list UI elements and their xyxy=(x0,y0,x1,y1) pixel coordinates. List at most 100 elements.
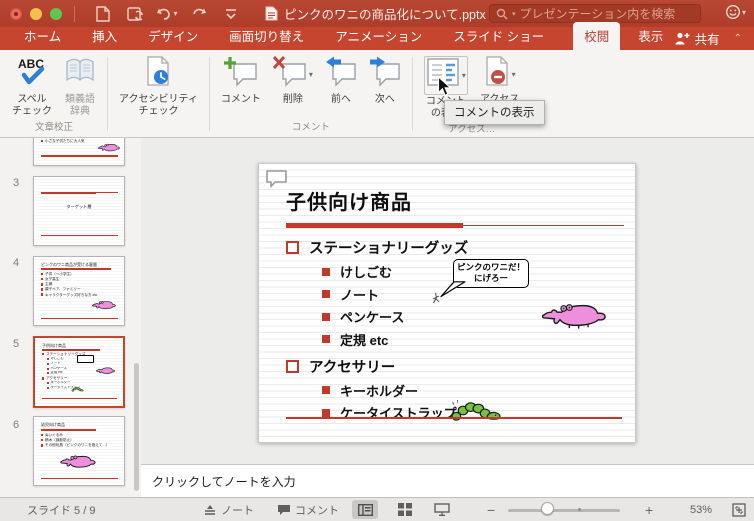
group-accessibility: アクセシビリティ チェック xyxy=(113,54,204,137)
group-label-comments: コメント xyxy=(291,122,330,133)
slide-thumbnail-2[interactable]: 小さな子供たちに大人気 xyxy=(33,138,125,166)
customize-toolbar-button[interactable] xyxy=(218,4,244,24)
comments-toggle[interactable]: コメント xyxy=(277,498,339,521)
redo-button[interactable] xyxy=(186,4,212,24)
tab-design[interactable]: デザイン xyxy=(146,22,200,50)
bullet-row: 親子ペア、ファミリー xyxy=(41,287,120,291)
accessibility-check-button[interactable]: アクセシビリティ チェック xyxy=(113,54,204,118)
title-underline xyxy=(286,223,624,228)
search-scope-caret: ▾ xyxy=(512,10,516,18)
show-comments-dropdown-caret[interactable]: ▾ xyxy=(462,71,466,80)
tab-slideshow[interactable]: スライド ショー xyxy=(451,22,546,50)
bullet-row: 主婦 xyxy=(41,282,120,286)
tab-home[interactable]: ホーム xyxy=(22,22,63,50)
slideshow-icon xyxy=(434,503,450,516)
zoom-in-button[interactable]: + xyxy=(645,498,653,521)
tooltip: コメントの表示 xyxy=(444,100,545,125)
zoom-out-button[interactable]: − xyxy=(487,498,495,521)
crocodile-drawing xyxy=(60,453,96,475)
group-separator xyxy=(208,57,210,131)
normal-view-button[interactable] xyxy=(352,498,378,521)
smiley-icon xyxy=(725,4,740,20)
bullet-row: 子供（〜小学生） xyxy=(41,272,120,276)
tab-insert[interactable]: 挿入 xyxy=(90,22,119,50)
thesaurus-button[interactable]: 類義語 辞典 xyxy=(58,54,102,118)
speech-bubble-mini xyxy=(77,355,94,363)
zoom-slider[interactable] xyxy=(508,509,620,512)
access-dropdown-caret[interactable]: ▾ xyxy=(512,70,516,79)
delete-dropdown-caret[interactable]: ▾ xyxy=(309,70,313,79)
close-button[interactable] xyxy=(10,7,22,20)
zoom-window-button[interactable] xyxy=(50,7,62,20)
new-comment-icon xyxy=(223,57,257,87)
speech-bubble-tail xyxy=(440,281,466,303)
feedback-smiley-button[interactable]: ▾ xyxy=(725,4,746,20)
slide-number: 4 xyxy=(13,257,20,269)
slide-counter: スライド 5 / 9 xyxy=(27,504,96,517)
save-button[interactable] xyxy=(122,4,148,24)
search-placeholder: プレゼンテーション内を検索 xyxy=(519,7,676,21)
previous-comment-button[interactable]: 前へ xyxy=(319,54,363,106)
group-proofing: ABC スペル チェック 類義語 辞典 文章校正 xyxy=(6,54,102,137)
next-comment-button[interactable]: 次へ xyxy=(363,54,407,106)
bullet-row: キーホルダー xyxy=(322,381,616,400)
group-label-accessibility xyxy=(113,132,204,137)
notes-placeholder: クリックしてノートを入力 xyxy=(152,475,296,489)
group-separator xyxy=(411,57,413,131)
window-title: ピンクのワニの商品化について.pptx xyxy=(284,8,486,22)
accessibility-check-icon xyxy=(147,56,170,86)
new-slide-button[interactable] xyxy=(90,4,116,24)
slide-number: 3 xyxy=(13,177,20,189)
bullet-row: 積木（誤飲防止） xyxy=(41,438,120,442)
slide-editing-area: 子供向け商品 ステーショナリーグッズ けしごむ ノート ペンケース 定規 etc アクセサ… xyxy=(141,138,754,464)
zoom-level[interactable]: 53% xyxy=(690,498,712,521)
slide-canvas[interactable]: 子供向け商品 ステーショナリーグッズ けしごむ ノート ペンケース 定規 etc アクセサ… xyxy=(258,163,636,443)
crocodile-drawing[interactable] xyxy=(541,300,607,335)
fit-to-window-button[interactable] xyxy=(732,498,746,521)
delete-comment-button[interactable]: ▾ 削除 xyxy=(267,54,319,106)
bullet-row: その他玩具（ピンクのワニを抱えて…） xyxy=(41,443,120,447)
access-icon xyxy=(486,56,508,86)
new-comment-button[interactable]: コメント xyxy=(215,54,267,106)
statusbar: スライド 5 / 9 ノート コメント − + 53% xyxy=(0,497,754,521)
slide-thumbnail-5-selected[interactable]: 子供向け商品 ステーショナリーグッズ けしごむ ノート ペンケース 定規 etc アクセサ… xyxy=(33,336,125,408)
collapse-ribbon-button[interactable]: ⌃ xyxy=(734,33,742,44)
person-plus-icon xyxy=(675,32,690,45)
group-separator xyxy=(107,57,108,131)
slide-sorter-icon xyxy=(398,503,412,516)
slide-bottom-line xyxy=(286,417,622,419)
access-button[interactable]: ▾ アクセス xyxy=(474,54,526,106)
notes-input[interactable]: クリックしてノートを入力 xyxy=(141,464,754,498)
previous-comment-icon xyxy=(325,56,356,87)
thumbnail-scrollbar[interactable] xyxy=(134,363,139,491)
slide-number: 6 xyxy=(13,419,20,431)
caterpillar-drawing[interactable] xyxy=(448,399,503,427)
bullet-row: ぬいぐるみ xyxy=(41,433,120,437)
caterpillar-drawing xyxy=(71,379,84,397)
search-input[interactable]: ▾ プレゼンテーション内を検索 xyxy=(489,4,701,23)
tab-transitions[interactable]: 画面切り替え xyxy=(227,22,306,50)
slide-number: 5 xyxy=(13,338,20,350)
spell-check-button[interactable]: ABC スペル チェック xyxy=(6,54,58,118)
slide-thumbnail-3[interactable]: ターゲット層 xyxy=(33,176,125,246)
bullet-row: ステーショナリーグッズ xyxy=(286,237,616,258)
notes-toggle[interactable]: ノート xyxy=(203,498,254,521)
slide-title[interactable]: 子供向け商品 xyxy=(286,186,412,215)
slideshow-button[interactable] xyxy=(434,498,450,521)
slide-thumbnail-4[interactable]: ピンクのワニ商品が受ける客層 子供（〜小学生） 女子高生 主婦 親子ペア、ファミリーキ… xyxy=(33,256,125,326)
undo-dropdown[interactable]: ▾ xyxy=(173,9,177,18)
search-icon xyxy=(496,8,508,19)
share-button[interactable]: 共有 xyxy=(675,29,720,48)
delete-comment-icon xyxy=(272,56,306,87)
zoom-slider-thumb[interactable] xyxy=(541,502,554,515)
slide-sorter-button[interactable] xyxy=(398,498,412,521)
slide-thumbnail-6[interactable]: 幼児向け商品 ぬいぐるみ 積木（誤飲防止） その他玩具（ピンクのワニを抱えて…） xyxy=(33,416,125,486)
tab-view[interactable]: 表示 xyxy=(636,22,665,50)
tab-review[interactable]: 校閲 xyxy=(573,22,621,50)
undo-button[interactable]: ▾ xyxy=(154,4,180,24)
minimize-button[interactable] xyxy=(30,7,42,20)
thesaurus-icon xyxy=(66,58,94,82)
tab-animations[interactable]: アニメーション xyxy=(333,22,424,50)
group-comments: コメント ▾ 削除 前へ 次へ コメント xyxy=(215,54,407,137)
fit-to-window-icon xyxy=(732,502,746,517)
